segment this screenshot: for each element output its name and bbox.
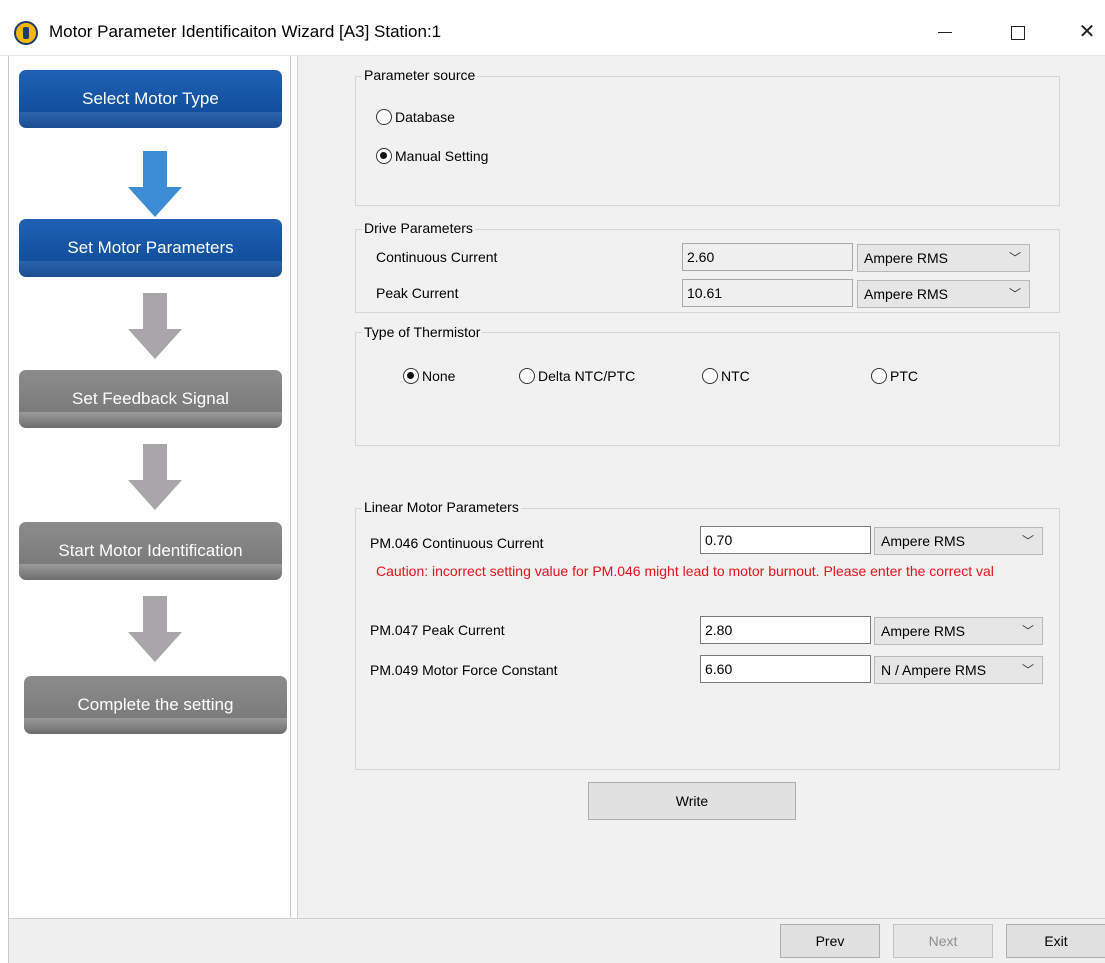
title-bar: Motor Parameter Identificaiton Wizard [A…	[0, 0, 1105, 56]
exit-button[interactable]: Exit	[1006, 924, 1105, 958]
step-set-motor-parameters: Set Motor Parameters	[19, 219, 282, 277]
chevron-down-icon: ﹀	[1008, 287, 1021, 301]
continuous-current-label: Continuous Current	[376, 249, 498, 265]
pm047-unit-select[interactable]: Ampere RMS ﹀	[874, 617, 1043, 645]
radio-thermistor-ntc-label: NTC	[721, 368, 750, 384]
chevron-down-icon: ﹀	[1021, 663, 1034, 677]
main-panel: Parameter source Database Manual Setting…	[297, 56, 1105, 918]
step-arrow-4-icon	[128, 596, 182, 662]
prev-button[interactable]: Prev	[780, 924, 880, 958]
maximize-icon	[1011, 25, 1025, 40]
radio-manual-setting[interactable]: Manual Setting	[376, 148, 488, 164]
window-title: Motor Parameter Identificaiton Wizard [A…	[49, 22, 442, 41]
linear-motor-title: Linear Motor Parameters	[362, 499, 521, 515]
pm047-label: PM.047 Peak Current	[370, 622, 505, 638]
drive-parameters-title: Drive Parameters	[362, 220, 475, 236]
radio-thermistor-delta-label: Delta NTC/PTC	[538, 368, 636, 384]
chevron-down-icon: ﹀	[1021, 534, 1034, 548]
write-button[interactable]: Write	[588, 782, 796, 820]
minimize-button[interactable]	[922, 12, 968, 52]
close-icon: ✕	[1078, 21, 1096, 43]
radio-thermistor-delta-ntc-ptc[interactable]: Delta NTC/PTC	[519, 368, 635, 384]
continuous-current-unit-value: Ampere RMS	[864, 250, 949, 266]
step-set-feedback-signal: Set Feedback Signal	[19, 370, 282, 428]
chevron-down-icon: ﹀	[1008, 251, 1021, 265]
radio-thermistor-delta-indicator	[519, 368, 535, 384]
pm046-unit-select[interactable]: Ampere RMS ﹀	[874, 527, 1043, 555]
parameter-source-title: Parameter source	[362, 67, 478, 83]
continuous-current-field[interactable]: 2.60	[682, 243, 853, 271]
step-arrow-3-icon	[128, 444, 182, 510]
app-icon	[14, 21, 38, 45]
pm049-field[interactable]: 6.60	[700, 655, 871, 683]
bottom-nav-bar: Prev Next Exit	[8, 918, 1105, 963]
step-arrow-2-icon	[128, 293, 182, 359]
next-button[interactable]: Next	[893, 924, 993, 958]
step-select-motor-type: Select Motor Type	[19, 70, 282, 128]
pm049-unit-value: N / Ampere RMS	[881, 662, 987, 678]
radio-thermistor-ntc[interactable]: NTC	[702, 368, 750, 384]
step-arrow-1-icon	[128, 151, 182, 217]
radio-database-indicator	[376, 109, 392, 125]
maximize-button[interactable]	[995, 12, 1041, 52]
radio-database[interactable]: Database	[376, 109, 455, 125]
radio-thermistor-ntc-indicator	[702, 368, 718, 384]
peak-current-label: Peak Current	[376, 285, 459, 301]
pm047-field[interactable]: 2.80	[700, 616, 871, 644]
parameter-source-group	[355, 76, 1060, 206]
pm049-unit-select[interactable]: N / Ampere RMS ﹀	[874, 656, 1043, 684]
pm046-unit-value: Ampere RMS	[881, 533, 966, 549]
step-start-motor-identification: Start Motor Identification	[19, 522, 282, 580]
radio-thermistor-ptc-indicator	[871, 368, 887, 384]
wizard-step-panel: Select Motor Type Set Motor Parameters S…	[8, 56, 291, 918]
radio-thermistor-none-indicator	[403, 368, 419, 384]
step-complete-the-setting: Complete the setting	[24, 676, 287, 734]
chevron-down-icon: ﹀	[1021, 624, 1034, 638]
radio-thermistor-none[interactable]: None	[403, 368, 455, 384]
thermistor-title: Type of Thermistor	[362, 324, 483, 340]
peak-current-unit-select[interactable]: Ampere RMS ﹀	[857, 280, 1030, 308]
radio-thermistor-ptc-label: PTC	[890, 368, 918, 384]
pm046-label: PM.046 Continuous Current	[370, 535, 544, 551]
radio-manual-setting-label: Manual Setting	[395, 148, 489, 164]
minimize-icon	[938, 32, 952, 34]
pm047-unit-value: Ampere RMS	[881, 623, 966, 639]
radio-manual-setting-indicator	[376, 148, 392, 164]
continuous-current-unit-select[interactable]: Ampere RMS ﹀	[857, 244, 1030, 272]
radio-thermistor-none-label: None	[422, 368, 456, 384]
close-button[interactable]: ✕	[1064, 12, 1105, 52]
peak-current-field[interactable]: 10.61	[682, 279, 853, 307]
thermistor-group	[355, 332, 1060, 446]
pm049-label: PM.049 Motor Force Constant	[370, 662, 558, 678]
radio-database-label: Database	[395, 109, 455, 125]
pm046-field[interactable]: 0.70	[700, 526, 871, 554]
radio-thermistor-ptc[interactable]: PTC	[871, 368, 918, 384]
peak-current-unit-value: Ampere RMS	[864, 286, 949, 302]
pm046-caution-text: Caution: incorrect setting value for PM.…	[376, 563, 994, 579]
